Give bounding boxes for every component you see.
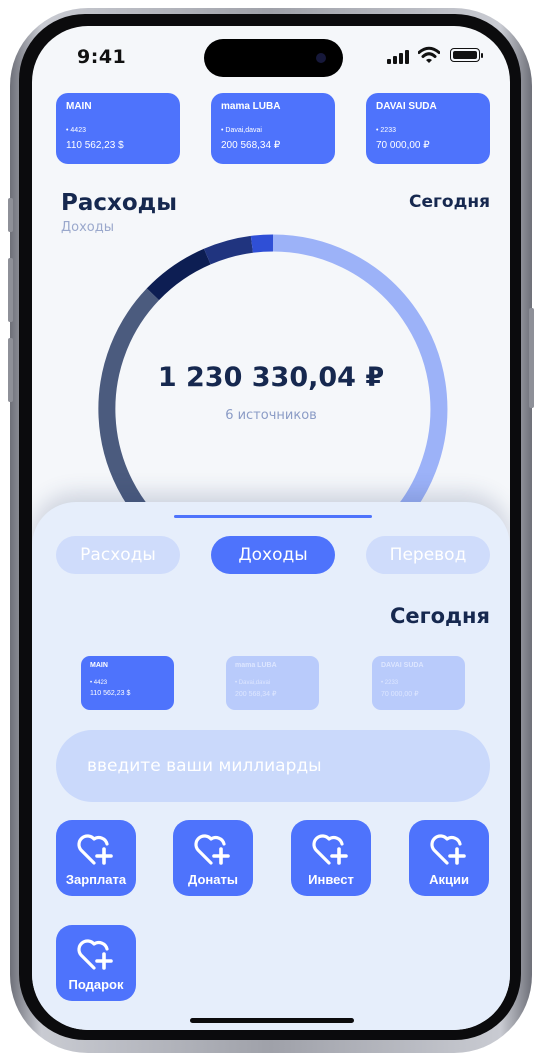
account-name: DAVAI SUDA — [376, 101, 437, 112]
sheet-grabber[interactable] — [174, 515, 372, 518]
heart-plus-icon — [77, 834, 113, 865]
summary-title[interactable]: Расходы — [61, 190, 177, 216]
account-number: 2233 — [381, 680, 456, 686]
app-screen: 9:41 MAIN 4423 110 562,23 $ mama LUBA Da… — [32, 26, 510, 1030]
account-number: Davai,davai — [235, 680, 310, 686]
category-gift[interactable]: Подарок — [56, 925, 136, 1001]
donut-segment-4 — [203, 235, 254, 265]
tab-expenses[interactable]: Расходы — [56, 536, 180, 574]
account-name: MAIN — [66, 101, 92, 112]
category-label: Акции — [429, 872, 469, 887]
sheet-account-mama-luba[interactable]: mama LUBA Davai,davai 200 568,34 ₽ — [226, 656, 319, 710]
account-name: MAIN — [90, 662, 108, 669]
category-label: Зарплата — [65, 872, 127, 887]
category-label: Донаты — [188, 872, 238, 887]
category-label: Подарок — [68, 977, 124, 992]
account-card-main[interactable]: MAIN 4423 110 562,23 $ — [56, 93, 180, 164]
period-selector[interactable]: Сегодня — [409, 192, 490, 212]
sheet-period-selector[interactable]: Сегодня — [390, 604, 490, 628]
heart-plus-icon — [312, 834, 348, 865]
account-name: mama LUBA — [221, 101, 281, 112]
action-button — [8, 198, 13, 232]
account-name: mama LUBA — [235, 662, 277, 669]
volume-down-button — [8, 338, 13, 402]
status-time: 9:41 — [77, 46, 127, 68]
account-name: DAVAI SUDA — [381, 662, 424, 669]
account-balance: 70 000,00 ₽ — [376, 140, 430, 151]
category-salary[interactable]: Зарплата — [56, 820, 136, 896]
tab-transfer[interactable]: Перевод — [366, 536, 490, 574]
amount-input[interactable] — [56, 730, 490, 802]
account-card-davai-suda[interactable]: DAVAI SUDA 2233 70 000,00 ₽ — [366, 93, 490, 164]
account-number: 2233 — [376, 127, 480, 134]
account-balance: 110 562,23 $ — [90, 690, 131, 697]
add-transaction-sheet: Расходы Доходы Перевод Сегодня MAIN 4423… — [32, 502, 510, 1030]
tab-income[interactable]: Доходы — [211, 536, 335, 574]
summary-alt-title[interactable]: Доходы — [61, 220, 114, 235]
wifi-icon — [418, 46, 440, 63]
battery-icon — [450, 48, 483, 62]
account-balance: 70 000,00 ₽ — [381, 691, 419, 698]
account-number: 4423 — [66, 127, 170, 134]
home-indicator[interactable] — [190, 1018, 354, 1023]
volume-up-button — [8, 258, 13, 322]
account-card-mama-luba[interactable]: mama LUBA Davai,davai 200 568,34 ₽ — [211, 93, 335, 164]
camera-icon — [316, 53, 326, 63]
sheet-account-davai-suda[interactable]: DAVAI SUDA 2233 70 000,00 ₽ — [372, 656, 465, 710]
category-donations[interactable]: Донаты — [173, 820, 253, 896]
sheet-account-main[interactable]: MAIN 4423 110 562,23 $ — [81, 656, 174, 710]
dynamic-island — [204, 39, 343, 77]
category-invest[interactable]: Инвест — [291, 820, 371, 896]
account-balance: 200 568,34 ₽ — [221, 140, 281, 151]
account-number: 4423 — [90, 680, 165, 686]
account-balance: 200 568,34 ₽ — [235, 691, 277, 698]
donut-segment-5 — [250, 234, 274, 253]
signal-icon — [387, 50, 411, 64]
category-stocks[interactable]: Акции — [409, 820, 489, 896]
power-button — [529, 308, 534, 408]
total-amount: 1 230 330,04 ₽ — [157, 362, 385, 393]
heart-plus-icon — [77, 939, 113, 970]
account-balance: 110 562,23 $ — [66, 140, 124, 151]
sources-count: 6 источников — [225, 408, 317, 423]
donut-segment-3 — [146, 248, 211, 301]
category-label: Инвест — [308, 872, 354, 887]
heart-plus-icon — [430, 834, 466, 865]
heart-plus-icon — [194, 834, 230, 865]
account-number: Davai,davai — [221, 127, 325, 134]
